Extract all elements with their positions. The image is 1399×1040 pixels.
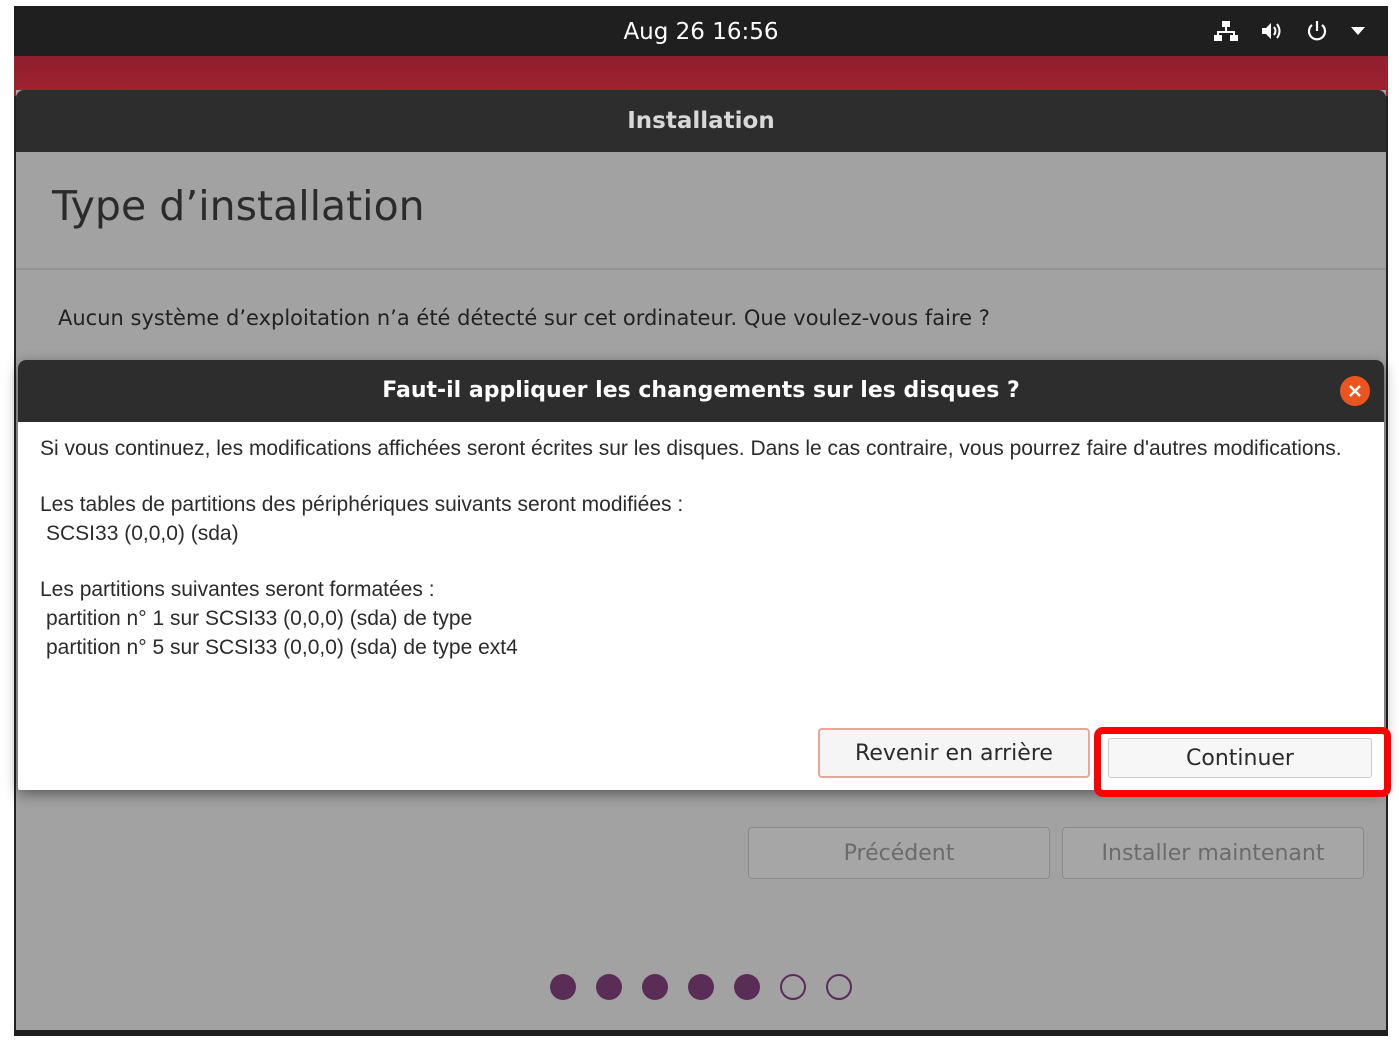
page-title: Type d’installation <box>52 182 425 230</box>
volume-icon[interactable] <box>1260 21 1284 41</box>
top-bar: Aug 26 16:56 <box>14 6 1388 56</box>
format-item: partition n° 1 sur SCSI33 (0,0,0) (sda) … <box>46 607 473 630</box>
divider <box>16 268 1386 270</box>
step-dot <box>596 974 622 1000</box>
confirm-disk-changes-dialog: Faut-il appliquer les changements sur le… <box>18 360 1384 790</box>
dialog-title: Faut-il appliquer les changements sur le… <box>18 360 1384 422</box>
step-progress <box>16 974 1386 1000</box>
step-dot <box>688 974 714 1000</box>
chevron-down-icon[interactable] <box>1350 26 1366 36</box>
install-now-button[interactable]: Installer maintenant <box>1062 827 1364 879</box>
dialog-intro: Si vous continuez, les modifications aff… <box>40 437 1342 460</box>
previous-button[interactable]: Précédent <box>748 827 1050 879</box>
installer-titlebar: Installation <box>16 90 1386 152</box>
bottom-edge <box>14 1030 1388 1036</box>
format-item: partition n° 5 sur SCSI33 (0,0,0) (sda) … <box>46 636 518 659</box>
step-dot <box>780 974 806 1000</box>
dialog-body: Si vous continuez, les modifications aff… <box>40 434 1362 662</box>
clock[interactable]: Aug 26 16:56 <box>14 6 1388 56</box>
step-dot <box>826 974 852 1000</box>
tables-device: SCSI33 (0,0,0) (sda) <box>46 522 239 545</box>
installer-nav: Précédent Installer maintenant <box>748 827 1364 879</box>
format-heading: Les partitions suivantes seront formatée… <box>40 578 435 601</box>
close-icon[interactable] <box>1340 376 1370 406</box>
power-icon[interactable] <box>1306 20 1328 42</box>
step-dot <box>734 974 760 1000</box>
continue-button[interactable]: Continuer <box>1108 738 1372 778</box>
step-dot <box>550 974 576 1000</box>
step-dot <box>642 974 668 1000</box>
system-tray[interactable] <box>1214 6 1366 56</box>
network-icon[interactable] <box>1214 20 1238 42</box>
tables-heading: Les tables de partitions des périphériqu… <box>40 493 684 516</box>
installation-question: Aucun système d’exploitation n’a été dét… <box>58 306 990 330</box>
go-back-button[interactable]: Revenir en arrière <box>818 728 1090 778</box>
screenshot-frame: Aug 26 16:56 Installation Type d’install… <box>0 0 1399 1040</box>
